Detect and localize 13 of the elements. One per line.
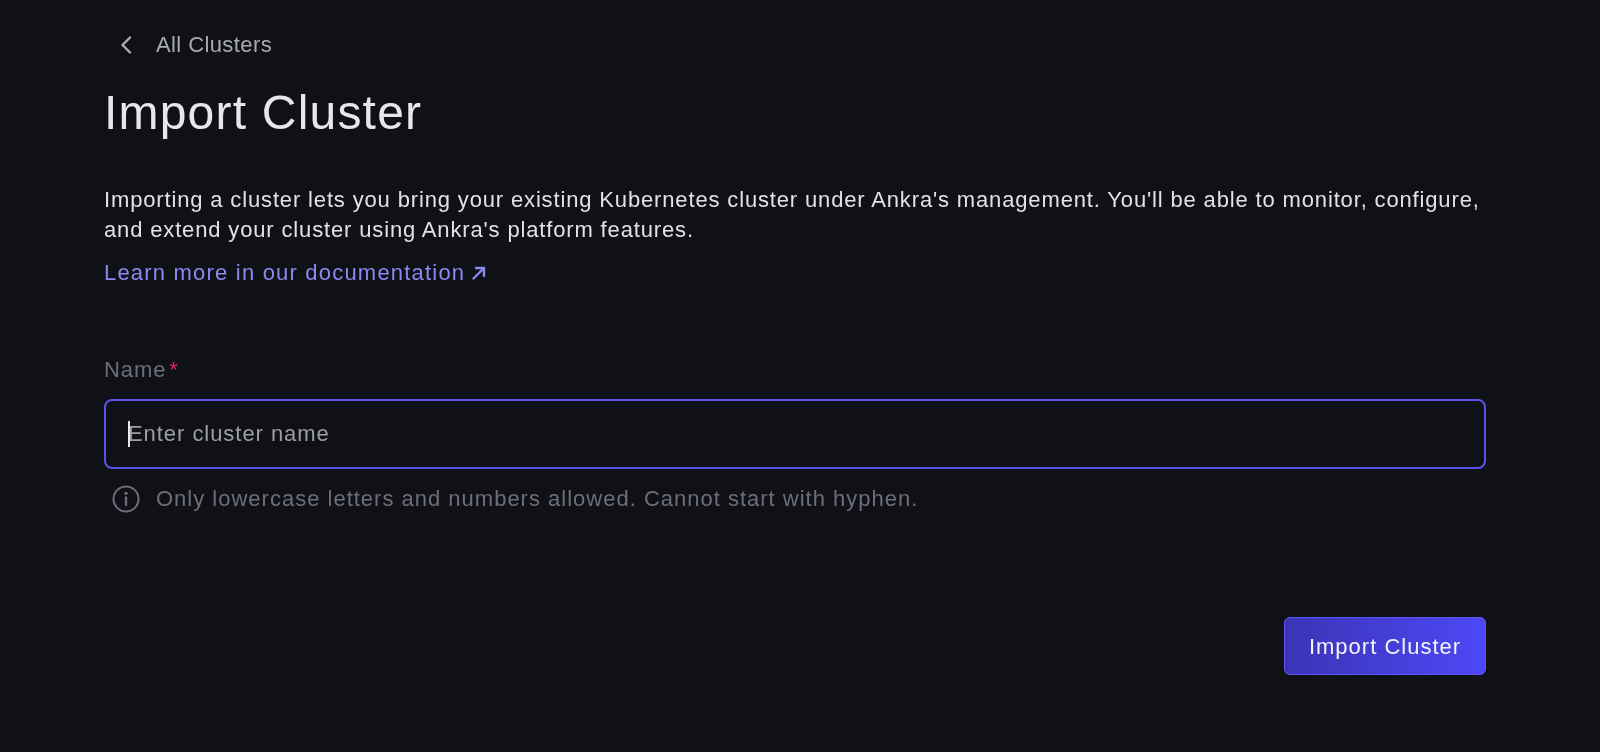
text-cursor [128,421,130,448]
hint-text: Only lowercase letters and numbers allowed. Cannot start with hyphen. [156,486,919,513]
page-title: Import Cluster [104,87,424,140]
back-link[interactable]: All Clusters [104,32,273,59]
required-mark: * [169,357,179,384]
arrow-up-right-icon [471,265,488,282]
field-label: Name [104,357,167,384]
chevron-left-icon [120,36,132,55]
description-text: Importing a cluster lets you bring your existing Kubernetes cluster under Ankra's management. You'll be able to monitor, configure, and extend your cluster using Ankra's platform features. [104,186,1481,244]
info-icon [112,485,140,514]
documentation-link[interactable]: Learn more in our documentation [104,260,488,287]
name-input-field[interactable]: Enter cluster name [104,399,1486,470]
import-cluster-button[interactable]: Import Cluster [1284,617,1486,676]
